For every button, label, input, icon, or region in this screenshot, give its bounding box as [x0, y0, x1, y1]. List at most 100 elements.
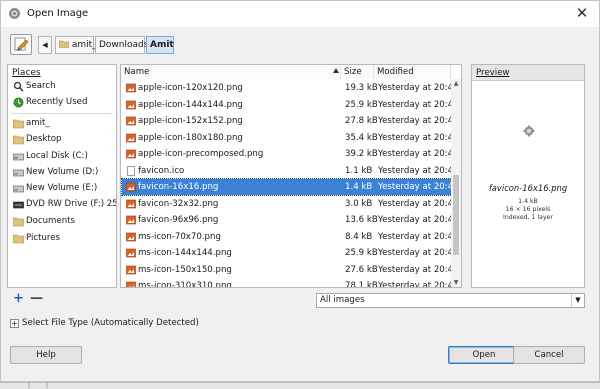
add-bookmark-button[interactable]: +	[13, 291, 24, 306]
file-row[interactable]: ms-icon-144x144.png 25.9 kB Yesterday at 2…	[122, 245, 459, 261]
file-size: 1.1 kB	[345, 165, 373, 176]
file-modified: Yesterday at 20:49	[378, 215, 459, 225]
file-name: apple-icon-144x144.png	[138, 99, 243, 110]
window-title: Open Image	[27, 8, 89, 19]
places-item-search[interactable]: Search	[8, 79, 116, 95]
preview-dimensions: 16 × 16 pixels	[505, 206, 551, 213]
places-item-label: Local Disk (C:)	[26, 151, 88, 161]
png-file-icon	[126, 133, 136, 142]
places-item-label: New Volume (D:)	[26, 167, 99, 177]
file-modified: Yesterday at 20:49	[378, 165, 459, 176]
png-file-icon	[126, 100, 136, 109]
help-button[interactable]: Help	[10, 346, 82, 364]
pencil-icon	[14, 37, 29, 51]
scroll-up-icon[interactable]: ▲	[452, 79, 460, 88]
column-header-size[interactable]: Size	[341, 65, 374, 79]
file-row[interactable]: favicon-32x32.png 3.0 kB Yesterday at 20:4…	[122, 196, 459, 212]
places-item-dvd-drive[interactable]: DVD RW Drive (F:) 25...	[8, 197, 116, 213]
file-name: favicon-32x32.png	[138, 198, 219, 209]
places-item-label: Documents	[26, 216, 75, 226]
file-size: 78.1 kB	[345, 281, 378, 288]
breadcrumb-downloads[interactable]: Downloads	[95, 36, 149, 54]
drive-icon	[13, 185, 24, 193]
file-row[interactable]: ms-icon-310x310.png 78.1 kB Yesterday at 2…	[122, 278, 459, 288]
breadcrumb-current[interactable]: Amit	[146, 36, 174, 54]
file-row[interactable]: apple-icon-152x152.png 27.8 kB Yesterday a…	[122, 113, 459, 129]
file-name: favicon.ico	[138, 165, 185, 176]
places-item-desktop[interactable]: Desktop	[8, 132, 116, 148]
open-button[interactable]: Open	[448, 346, 520, 364]
file-row[interactable]: ms-icon-150x150.png 27.6 kB Yesterday at 2…	[122, 262, 459, 278]
file-list: Name Size Modified apple-icon-120x120.pn…	[120, 64, 462, 288]
file-modified: Yesterday at 20:49	[378, 264, 459, 275]
file-modified: Yesterday at 20:49	[378, 281, 459, 288]
png-file-icon	[126, 182, 136, 192]
file-size: 39.2 kB	[345, 149, 378, 159]
file-row[interactable]: apple-icon-precomposed.png 39.2 kB Yesterd…	[122, 146, 459, 162]
places-item-new-volume-d[interactable]: New Volume (D:)	[8, 165, 116, 181]
type-location-button[interactable]	[10, 34, 32, 55]
breadcrumb-amit[interactable]: amit_	[55, 36, 97, 54]
places-item-home[interactable]: amit_	[8, 116, 116, 132]
chevron-down-icon: ▼	[571, 294, 584, 307]
places-item-label: New Volume (E:)	[26, 183, 98, 193]
file-type-expander-icon[interactable]: +	[10, 319, 19, 328]
file-row[interactable]: apple-icon-144x144.png 25.9 kB Yesterday a…	[122, 97, 459, 113]
file-modified: Yesterday at 20:49	[378, 116, 459, 126]
file-row[interactable]: favicon.ico 1.1 kB Yesterday at 20:49	[122, 163, 459, 179]
png-file-icon	[126, 149, 136, 159]
png-file-icon	[126, 281, 136, 287]
folder-icon	[13, 135, 24, 145]
preview-header: Preview	[472, 65, 584, 81]
file-type-label[interactable]: Select File Type (Automatically Detected…	[22, 318, 199, 328]
places-item-documents[interactable]: Documents	[8, 214, 116, 230]
places-item-label: DVD RW Drive (F:) 25...	[26, 199, 116, 209]
file-modified: Yesterday at 20:49	[378, 182, 459, 192]
cancel-button[interactable]: Cancel	[513, 346, 585, 364]
file-name: ms-icon-70x70.png	[138, 231, 221, 242]
file-size: 25.9 kB	[345, 248, 378, 258]
column-header-name[interactable]: Name	[121, 65, 341, 79]
preview-image-info: Indexed, 1 layer	[503, 214, 553, 221]
places-item-label: Search	[26, 81, 56, 91]
path-scroll-left-button[interactable]: ◀	[38, 36, 52, 54]
close-icon[interactable]: ✕	[573, 4, 591, 22]
places-item-pictures[interactable]: Pictures	[8, 231, 116, 247]
background-text: |	[28, 382, 31, 389]
file-row[interactable]: favicon-96x96.png 13.6 kB Yesterday at 20:…	[122, 212, 459, 228]
background-text: |	[46, 382, 49, 389]
file-filter-dropdown[interactable]: All images ▼	[316, 293, 585, 308]
sort-ascending-icon	[333, 68, 339, 73]
breadcrumb-label: Downloads	[99, 40, 149, 50]
file-name: apple-icon-120x120.png	[138, 83, 243, 93]
scroll-down-icon[interactable]: ▼	[452, 278, 460, 287]
column-header-label: Name	[124, 67, 150, 77]
file-row[interactable]: apple-icon-120x120.png 19.3 kB Yesterday a…	[122, 80, 459, 96]
file-row[interactable]: favicon-16x16.png 1.4 kB Yesterday at 20:4…	[121, 178, 459, 196]
file-row[interactable]: apple-icon-180x180.png 35.4 kB Yesterday a…	[122, 130, 459, 146]
preview-file-name: favicon-16x16.png	[488, 183, 568, 193]
places-item-label: Desktop	[26, 134, 62, 144]
file-name: ms-icon-150x150.png	[138, 264, 232, 275]
places-item-label: Recently Used	[26, 97, 88, 107]
places-item-local-disk-c[interactable]: Local Disk (C:)	[8, 149, 116, 165]
places-header: Places	[12, 68, 41, 78]
file-name: favicon-16x16.png	[138, 182, 219, 192]
scroll-thumb[interactable]	[453, 175, 459, 255]
remove-bookmark-button[interactable]: —	[30, 291, 43, 306]
places-item-label: Pictures	[26, 233, 61, 243]
file-name: apple-icon-152x152.png	[138, 116, 243, 126]
file-size: 1.4 kB	[345, 182, 373, 192]
file-modified: Yesterday at 20:49	[378, 149, 459, 159]
column-header-modified[interactable]: Modified	[374, 65, 451, 79]
folder-icon	[58, 40, 70, 49]
column-header-label: Size	[344, 67, 362, 77]
open-image-dialog: Open Image ✕ ◀ amit_ Downloads Amit Plac…	[0, 0, 600, 382]
places-item-new-volume-e[interactable]: New Volume (E:)	[8, 181, 116, 197]
places-item-recently-used[interactable]: Recently Used	[8, 95, 116, 111]
file-size: 19.3 kB	[345, 83, 378, 93]
png-file-icon	[126, 215, 136, 225]
drive-icon	[13, 169, 24, 177]
vertical-scrollbar[interactable]: ▲ ▼	[451, 79, 461, 287]
file-row[interactable]: ms-icon-70x70.png 8.4 kB Yesterday at 20:4…	[122, 229, 459, 245]
